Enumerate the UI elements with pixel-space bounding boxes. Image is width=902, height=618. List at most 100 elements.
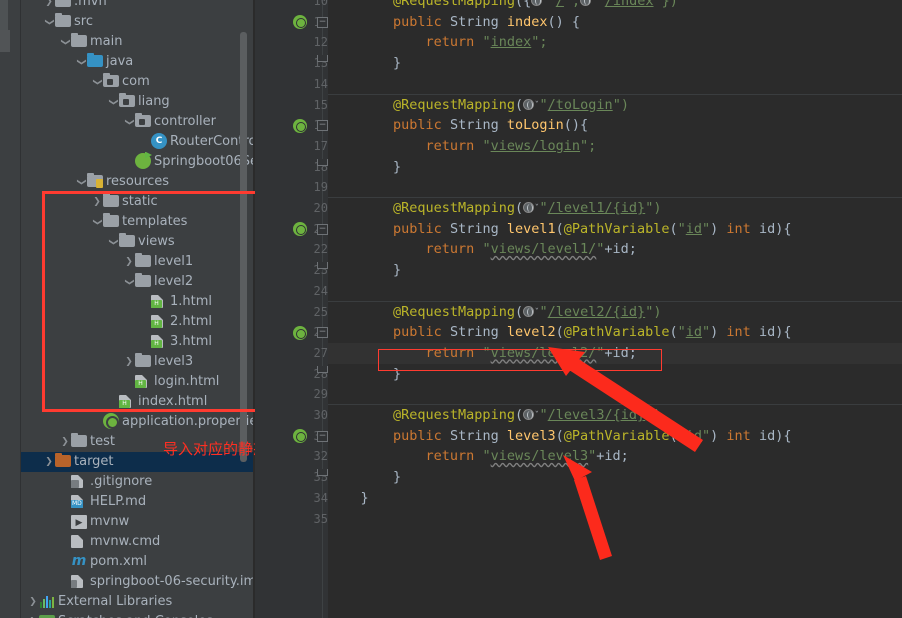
tree-item-level3[interactable]: ❯ level3 [21, 352, 253, 372]
url-gutter-icon[interactable]: ˇ [531, 0, 548, 9]
tree-item-index-html[interactable]: ❯Hindex.html [21, 392, 253, 412]
project-tool-tab[interactable] [0, 0, 8, 30]
code-line-19[interactable] [328, 177, 902, 198]
code-line-15[interactable]: @RequestMapping(ˇ"/toLogin") [328, 95, 902, 116]
project-tool-window[interactable]: ❯ .mvn ❯ src ❯ main ❯ java ❯ com ❯ liang ❯ controller… [21, 0, 253, 618]
code-line-14[interactable] [328, 74, 902, 95]
gutter-line-15[interactable]: 15 [255, 95, 328, 116]
tree-item-pom-xml[interactable]: ❯mpom.xml [21, 552, 253, 572]
tree-item-mvnw[interactable]: ❯▶mvnw [21, 512, 253, 532]
code-line-23[interactable]: } [328, 260, 902, 281]
tree-item-mvnw-cmd[interactable]: ❯ mvnw.cmd [21, 532, 253, 552]
code-line-10[interactable]: @RequestMapping({ˇ"/", ˇ"/index"}) [328, 0, 902, 12]
code-line-25[interactable]: @RequestMapping(ˇ"/level2/{id}") [328, 302, 902, 323]
tree-item-1-html[interactable]: ❯H1.html [21, 292, 253, 312]
tree-item-level1[interactable]: ❯ level1 [21, 252, 253, 272]
url-gutter-icon[interactable]: ˇ [523, 200, 540, 216]
tree-item-3-html[interactable]: ❯H3.html [21, 332, 253, 352]
gutter-line-20[interactable]: 20 [255, 198, 328, 219]
fold-end-marker[interactable] [317, 469, 328, 477]
code-line-27[interactable]: return "views/level2/"+id; [328, 342, 902, 364]
fold-end-marker[interactable] [317, 55, 328, 63]
code-line-26[interactable]: public String level2(@PathVariable("id")… [328, 322, 902, 343]
chevron-right-icon[interactable]: ❯ [123, 352, 135, 372]
code-line-12[interactable]: return "index"; [328, 32, 902, 53]
tree-item-java[interactable]: ❯ java [21, 52, 253, 72]
tree-item-login-html[interactable]: ❯Hlogin.html [21, 372, 253, 392]
gutter-line-22[interactable]: 22 [255, 239, 328, 260]
gutter-line-35[interactable]: 35 [255, 509, 328, 530]
fold-end-marker[interactable] [317, 262, 328, 270]
chevron-right-icon[interactable]: ❯ [91, 192, 103, 212]
code-line-22[interactable]: return "views/level1/"+id; [328, 239, 902, 260]
spring-request-mapping-icon[interactable] [293, 118, 307, 133]
code-line-21[interactable]: public String level1(@PathVariable("id")… [328, 219, 902, 240]
code-line-16[interactable]: public String toLogin(){ [328, 115, 902, 136]
code-line-13[interactable]: } [328, 53, 902, 74]
code-line-28[interactable]: } [328, 364, 902, 385]
url-gutter-icon[interactable]: ˇ [523, 407, 540, 423]
tree-item-routercontrol[interactable]: ❯CRouterControl [21, 132, 253, 152]
code-line-32[interactable]: return "views/level3"+id; [328, 446, 902, 467]
tree-item-springboot06sec[interactable]: ❯ Springboot06Sec [21, 152, 253, 172]
fold-end-marker[interactable] [317, 365, 328, 373]
tree-item-com[interactable]: ❯ com [21, 72, 253, 92]
editor-gutter[interactable]: 1011−1213141516−1718192021−2223242526−27… [255, 0, 328, 618]
gutter-line-14[interactable]: 14 [255, 74, 328, 95]
code-line-18[interactable]: } [328, 157, 902, 178]
chevron-right-icon[interactable]: ❯ [43, 452, 55, 472]
tree-item-views[interactable]: ❯ views [21, 232, 253, 252]
url-gutter-icon[interactable]: ˇ [523, 304, 540, 320]
code-line-31[interactable]: public String level3(@PathVariable("id")… [328, 426, 902, 447]
tree-item-help-md[interactable]: ❯MDHELP.md [21, 492, 253, 512]
code-line-35[interactable] [328, 509, 902, 530]
structure-tool-tab[interactable] [0, 30, 10, 52]
gutter-line-30[interactable]: 30 [255, 405, 328, 426]
tree-item-external-libraries[interactable]: ❯ External Libraries [21, 592, 253, 612]
tree-item-main[interactable]: ❯ main [21, 32, 253, 52]
fold-collapse-icon[interactable]: − [317, 223, 328, 235]
chevron-right-icon[interactable]: ❯ [43, 0, 55, 12]
tree-item-scratches-and-consoles[interactable]: ❯ Scratches and Consoles [21, 612, 253, 618]
tree-item--gitignore[interactable]: ❯ .gitignore [21, 472, 253, 492]
chevron-right-icon[interactable]: ❯ [59, 432, 71, 452]
gutter-line-32[interactable]: 32 [255, 446, 328, 467]
spring-request-mapping-icon[interactable] [293, 325, 307, 340]
fold-collapse-icon[interactable]: − [317, 327, 328, 339]
code-line-34[interactable]: } [328, 488, 902, 509]
project-tree-scrollbar[interactable] [240, 32, 247, 462]
tree-item-templates[interactable]: ❯ templates [21, 212, 253, 232]
tree-item-resources[interactable]: ❯ resources [21, 172, 253, 192]
tree-item-liang[interactable]: ❯ liang [21, 92, 253, 112]
tree-item--mvn[interactable]: ❯ .mvn [21, 0, 253, 12]
code-editor[interactable]: 1011−1213141516−1718192021−2223242526−27… [255, 0, 902, 618]
fold-collapse-icon[interactable]: − [317, 16, 328, 28]
code-line-29[interactable] [328, 384, 902, 405]
url-gutter-icon[interactable]: ˇ [523, 97, 540, 113]
chevron-right-icon[interactable]: ❯ [27, 612, 39, 618]
gutter-line-29[interactable]: 29 [255, 384, 328, 405]
chevron-right-icon[interactable]: ❯ [123, 252, 135, 272]
gutter-line-10[interactable]: 10 [255, 0, 328, 12]
tree-item-static[interactable]: ❯ static [21, 192, 253, 212]
tree-item-level2[interactable]: ❯ level2 [21, 272, 253, 292]
code-line-11[interactable]: public String index() { [328, 12, 902, 33]
code-line-24[interactable] [328, 281, 902, 302]
tree-item-2-html[interactable]: ❯H2.html [21, 312, 253, 332]
gutter-line-19[interactable]: 19 [255, 177, 328, 198]
code-line-30[interactable]: @RequestMapping(ˇ"/level3/{id}") [328, 405, 902, 426]
gutter-line-12[interactable]: 12 [255, 32, 328, 53]
tree-item-controller[interactable]: ❯ controller [21, 112, 253, 132]
code-line-33[interactable]: } [328, 467, 902, 488]
tree-item-application-properties[interactable]: ❯ application.properties [21, 412, 253, 432]
code-line-17[interactable]: return "views/login"; [328, 136, 902, 157]
gutter-line-17[interactable]: 17 [255, 136, 328, 157]
fold-end-marker[interactable] [317, 158, 328, 166]
chevron-right-icon[interactable]: ❯ [27, 592, 39, 612]
url-gutter-icon[interactable]: ˇ [580, 0, 597, 9]
gutter-line-27[interactable]: 27 [255, 343, 328, 364]
tree-item-src[interactable]: ❯ src [21, 12, 253, 32]
gutter-line-24[interactable]: 24 [255, 281, 328, 302]
fold-collapse-icon[interactable]: − [317, 120, 328, 132]
tree-item-springboot-06-security-iml[interactable]: ❯ springboot-06-security.iml [21, 572, 253, 592]
